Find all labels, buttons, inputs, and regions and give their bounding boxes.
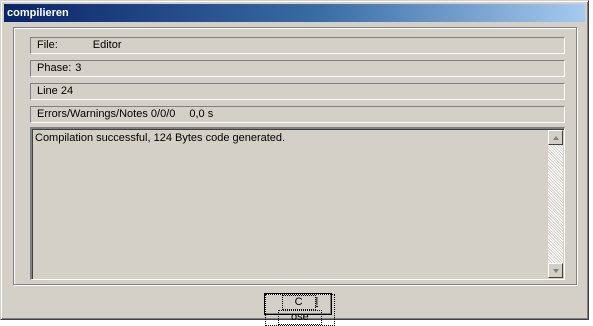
phase-label: Phase: [37,62,72,74]
errors-field: Errors/Warnings/Notes 0/0/0 0,0 s [30,106,565,123]
compile-output-textarea[interactable]: Compilation successful, 124 Bytes code g… [30,127,565,280]
line-text: Line 24 [37,85,74,97]
window-title: compilieren [4,4,585,22]
close-button-label: Close [265,294,335,326]
output-message: Compilation successful, 124 Bytes code g… [35,132,286,144]
scroll-down-button[interactable] [548,263,563,278]
file-field: File: Editor [30,37,565,54]
compile-dialog: compilieren File: Editor Phase: 3 Line 24 … [0,0,589,326]
close-button[interactable]: Close [264,293,335,326]
scroll-up-button[interactable] [548,130,563,145]
vertical-scrollbar[interactable] [548,130,563,278]
phase-value: 3 [75,62,82,74]
time-value: 0,0 s [189,108,214,120]
errors-label: Errors/Warnings/Notes 0/0/0 [37,108,176,120]
arrow-down-icon [552,268,559,273]
file-value: Editor [92,39,122,51]
phase-field: Phase: 3 [30,60,565,77]
arrow-up-icon [552,135,559,140]
file-label: File: [37,39,58,51]
line-field: Line 24 [30,83,565,100]
